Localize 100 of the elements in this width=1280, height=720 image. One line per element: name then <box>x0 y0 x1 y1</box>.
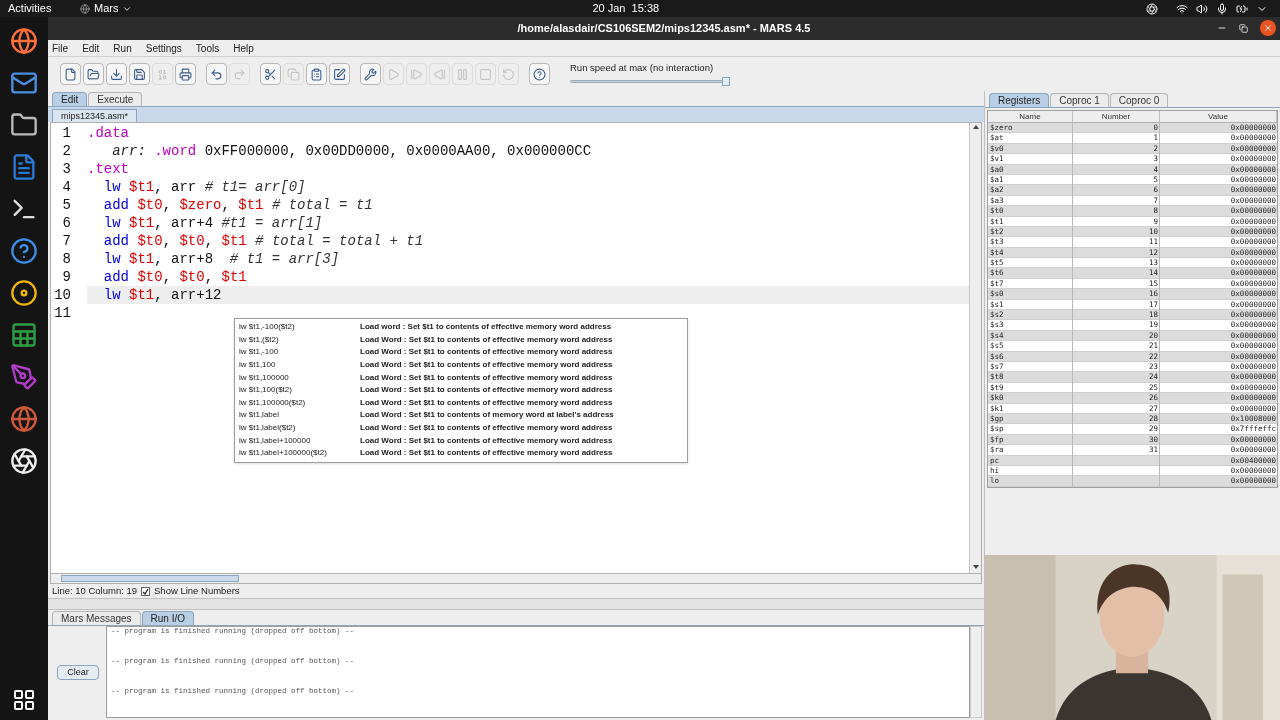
wrench-icon <box>364 67 377 81</box>
suggestion-syntax[interactable]: lw $t1,100($t2) <box>239 384 360 397</box>
volume-icon[interactable] <box>1196 2 1208 15</box>
help-icon <box>533 67 546 81</box>
pen-icon[interactable] <box>10 363 38 391</box>
line-number: 2 <box>61 142 72 160</box>
globe-icon[interactable] <box>10 27 38 55</box>
printer-icon <box>179 67 192 81</box>
play-icon <box>387 67 400 81</box>
scissors-icon <box>264 67 277 81</box>
step-forward-icon <box>410 67 423 81</box>
line-number: 11 <box>53 304 72 322</box>
suggestion-syntax[interactable]: lw $t1,-100($t2) <box>239 321 360 334</box>
line-number: 10 <box>53 286 72 304</box>
menu-item[interactable]: Settings <box>145 40 182 56</box>
suggestion-syntax[interactable]: lw $t1,100000($t2) <box>239 396 360 409</box>
suggestion-description: Load Word : Set $t1 to contents of effective memory word address <box>360 346 613 359</box>
restore-icon[interactable] <box>1239 23 1248 33</box>
editor-tab[interactable]: Execute <box>88 92 143 106</box>
register-tab[interactable]: Registers <box>989 93 1050 107</box>
toolbar-button[interactable] <box>529 63 550 85</box>
suggestion-syntax[interactable]: lw $t1,100 <box>239 359 360 372</box>
register-tab[interactable]: Coproc 1 <box>1050 93 1109 107</box>
line-number: 6 <box>61 214 72 232</box>
code-line: .data <box>87 124 130 142</box>
suggestion-description: Load Word : Set $t1 to contents of effective memory word address <box>360 422 613 435</box>
disc-icon[interactable] <box>10 279 38 307</box>
cursor-position: Line: 10 Column: 19 <box>52 583 138 598</box>
app-grid-icon[interactable] <box>12 688 36 712</box>
vertical-scrollbar[interactable] <box>970 626 982 718</box>
activities-button[interactable]: Activities <box>8 0 68 17</box>
suggestion-description: Load Word : Set $t1 to contents of effective memory word address <box>360 396 613 409</box>
speed-slider[interactable] <box>570 76 730 87</box>
suggestion-description: Load Word : Set $t1 to contents of effective memory word address <box>360 359 613 372</box>
speed-label: Run speed at max (no interaction) <box>570 61 715 76</box>
message-tab[interactable]: Run I/O <box>141 611 195 625</box>
aperture-icon[interactable] <box>1146 2 1158 15</box>
code-line: lw $t1, arr+4 #t1 = arr[1] <box>102 214 324 232</box>
code-line: add $t0, $t0, $t1 # total = total + t1 <box>102 232 425 250</box>
checkbox-label[interactable]: Show Line Numbers <box>154 583 240 599</box>
menu-item[interactable]: Help <box>233 40 254 56</box>
clipboard-icon <box>310 67 323 81</box>
line-number: 1 <box>61 124 72 142</box>
suggestion-syntax[interactable]: lw $t1,-100 <box>239 346 360 359</box>
toolbar-button[interactable] <box>129 63 150 85</box>
editor-tab[interactable]: Edit <box>52 92 88 106</box>
code-line: .text <box>87 160 130 178</box>
suggestion-syntax[interactable]: lw $t1,label($t2) <box>239 422 360 435</box>
code-line: lw $t1, arr # t1= arr[0] <box>102 178 307 196</box>
toolbar-button[interactable] <box>83 63 104 85</box>
message-tab[interactable]: Mars Messages <box>52 611 141 625</box>
spreadsheet-icon[interactable] <box>10 321 38 349</box>
clock[interactable]: 20 Jan 15:38 <box>592 0 660 17</box>
code-line: arr: .word 0xFF000000, 0x00DD0000, 0x0000AA00, 0x000000CC <box>111 142 593 160</box>
code-line: lw $t1, arr+8 # t1 = arr[3] <box>102 250 341 268</box>
redo-icon <box>233 67 246 81</box>
toolbar-button[interactable] <box>175 63 196 85</box>
checkbox[interactable] <box>141 586 151 596</box>
folder-icon[interactable] <box>10 111 38 139</box>
code-line: add $t0, $zero, $t1 # total = t1 <box>102 196 374 214</box>
toolbar-button[interactable] <box>360 63 381 85</box>
toolbar-button[interactable] <box>106 63 127 85</box>
new-file-icon <box>64 67 77 81</box>
window-title: /home/alasdair/CS106SEM2/mips12345.asm* - MARS 4.5 <box>517 21 811 37</box>
app-menu[interactable]: Mars <box>94 0 119 17</box>
line-number: 8 <box>61 250 72 268</box>
horizontal-scrollbar[interactable] <box>50 574 982 584</box>
suggestion-syntax[interactable]: lw $t1,($t2) <box>239 333 360 346</box>
menu-item[interactable]: File <box>52 40 69 56</box>
suggestion-syntax[interactable]: lw $t1,label+100000($t2) <box>239 447 360 460</box>
line-number: 9 <box>61 268 72 286</box>
clear-button[interactable]: Clear <box>57 664 99 680</box>
line-number: 4 <box>61 178 72 196</box>
menu-item[interactable]: Tools <box>195 40 220 56</box>
suggestion-syntax[interactable]: lw $t1,label <box>239 409 360 422</box>
pen-icon <box>333 67 346 81</box>
microphone-icon[interactable] <box>1216 2 1228 15</box>
toolbar-button[interactable] <box>329 63 350 85</box>
suggestion-description: Load word : Set $t1 to contents of effective memory word address <box>360 321 612 334</box>
help-icon[interactable] <box>10 237 38 265</box>
suggestion-description: Load Word : Set $t1 to contents of effective memory word address <box>360 447 613 460</box>
battery-icon[interactable] <box>1236 2 1248 15</box>
toolbar-button[interactable] <box>206 63 227 85</box>
file-tab[interactable]: mips12345.asm* <box>52 109 138 122</box>
wifi-icon[interactable] <box>1176 2 1188 15</box>
aperture-icon[interactable] <box>10 447 38 475</box>
toolbar-button[interactable] <box>60 63 81 85</box>
undo-icon <box>210 67 223 81</box>
suggestion-syntax[interactable]: lw $t1,label+100000 <box>239 434 360 447</box>
suggestion-description: Load Word : Set $t1 to contents of memory word at label's address <box>360 409 614 422</box>
close-button[interactable] <box>1260 20 1276 36</box>
suggestion-description: Load Word : Set $t1 to contents of effective memory word address <box>360 333 613 346</box>
slider-thumb[interactable] <box>722 76 730 86</box>
toolbar-button[interactable] <box>306 63 327 85</box>
toolbar-button[interactable] <box>260 63 281 85</box>
register-tab[interactable]: Coproc 0 <box>1109 93 1169 107</box>
menu-item[interactable]: Run <box>113 40 132 56</box>
suggestion-syntax[interactable]: lw $t1,100000 <box>239 371 360 384</box>
menu-item[interactable]: Edit <box>82 40 100 56</box>
line-number: 5 <box>61 196 72 214</box>
